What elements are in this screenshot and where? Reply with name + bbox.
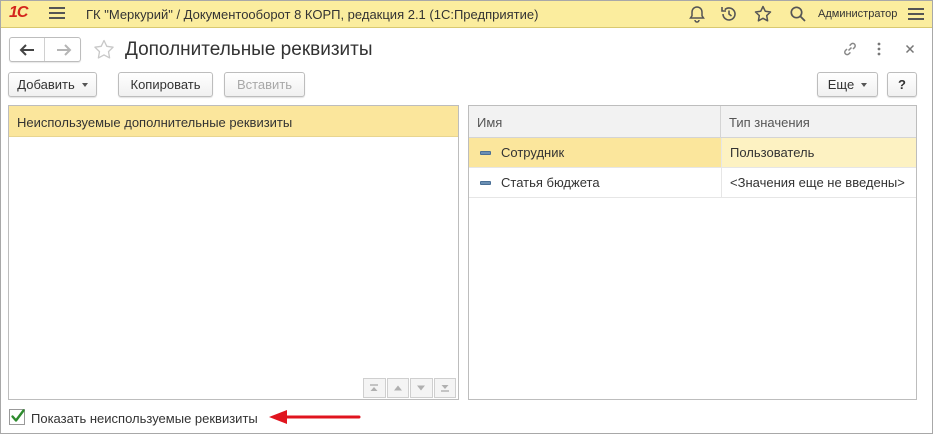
cell-name-text: Статья бюджета <box>501 175 600 190</box>
cell-value-type: <Значения еще не введены> <box>721 168 916 197</box>
arrow-left-icon <box>19 43 34 56</box>
back-button[interactable] <box>10 38 45 61</box>
current-user[interactable]: Администратор <box>818 8 897 20</box>
search-icon[interactable] <box>788 4 808 24</box>
bell-icon[interactable] <box>687 4 707 24</box>
help-button-label: ? <box>898 77 906 92</box>
move-up-button[interactable] <box>386 378 409 398</box>
more-button[interactable]: Еще <box>817 72 878 97</box>
application-window: 1С ГК "Меркурий" / Документооборот 8 КОР… <box>0 0 933 434</box>
paste-button-label: Вставить <box>236 77 293 92</box>
move-bottom-icon <box>440 385 449 392</box>
column-header-value-type[interactable]: Тип значения <box>721 106 916 138</box>
cell-name: Статья бюджета <box>469 168 721 197</box>
show-unused-checkbox-label[interactable]: Показать неиспользуемые реквизиты <box>31 411 258 426</box>
cell-name: Сотрудник <box>469 138 721 167</box>
add-to-favorites-star-icon[interactable] <box>92 38 116 62</box>
paste-button[interactable]: Вставить <box>224 72 305 97</box>
close-icon[interactable] <box>901 40 919 58</box>
history-icon[interactable] <box>719 4 739 24</box>
move-up-icon <box>393 385 402 391</box>
grid-header: Имя Тип значения <box>469 106 916 138</box>
link-icon[interactable] <box>841 40 859 58</box>
property-icon <box>480 151 491 155</box>
main-menu-icon[interactable] <box>49 6 65 20</box>
add-button-label: Добавить <box>17 77 75 92</box>
list-item[interactable]: Неиспользуемые дополнительные реквизиты <box>9 106 458 137</box>
form-title: Дополнительные реквизиты <box>125 39 373 60</box>
property-icon <box>480 181 491 185</box>
move-top-icon <box>370 384 379 391</box>
forward-button[interactable] <box>46 38 81 61</box>
add-button[interactable]: Добавить <box>8 72 97 97</box>
cell-value-type: Пользователь <box>721 138 916 167</box>
copy-button-label: Копировать <box>130 77 201 92</box>
table-row[interactable]: Статья бюджета <Значения еще не введены> <box>469 168 916 198</box>
arrow-right-icon <box>56 43 71 56</box>
navigation-buttons <box>9 37 81 62</box>
list-move-buttons <box>363 378 457 398</box>
table-row[interactable]: Сотрудник Пользователь <box>469 138 916 168</box>
move-down-button[interactable] <box>410 378 433 398</box>
property-sets-list[interactable]: Неиспользуемые дополнительные реквизиты <box>8 105 459 400</box>
favorites-star-icon[interactable] <box>753 4 773 24</box>
list-item-label: Неиспользуемые дополнительные реквизиты <box>17 115 293 130</box>
checkmark-icon <box>11 409 25 422</box>
properties-grid[interactable]: Имя Тип значения Сотрудник Пользователь … <box>468 105 917 400</box>
cell-name-text: Сотрудник <box>501 145 565 160</box>
move-to-bottom-button[interactable] <box>433 378 456 398</box>
move-down-icon <box>417 385 426 391</box>
more-button-label: Еще <box>827 77 855 92</box>
copy-button[interactable]: Копировать <box>118 72 213 97</box>
help-button[interactable]: ? <box>887 72 917 97</box>
move-to-top-button[interactable] <box>363 378 386 398</box>
column-header-name[interactable]: Имя <box>469 106 721 138</box>
chevron-down-icon <box>861 82 868 87</box>
annotation-arrow-icon <box>269 410 361 424</box>
window-title: ГК "Меркурий" / Документооборот 8 КОРП, … <box>86 7 539 22</box>
title-bar: 1С ГК "Меркурий" / Документооборот 8 КОР… <box>1 1 932 28</box>
1c-logo: 1С <box>9 4 28 21</box>
system-menu-icon[interactable] <box>908 8 924 22</box>
chevron-down-icon <box>81 82 88 87</box>
more-actions-icon[interactable] <box>870 40 888 58</box>
show-unused-checkbox[interactable] <box>9 409 25 425</box>
